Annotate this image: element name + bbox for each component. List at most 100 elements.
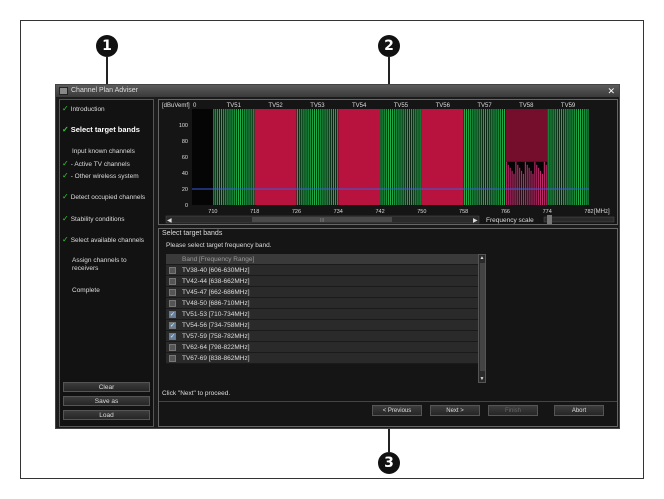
step-other-wireless-system[interactable]: ✓ - Other wireless system [62,172,139,181]
channel-label: TV53 [310,103,325,109]
band-checkbox[interactable]: ✓ [169,322,176,329]
step-detect-occupied-channels[interactable]: ✓ Detect occupied channels [62,193,145,202]
band-row[interactable]: ✓ TV51-53 [710-734MHz] [166,309,478,320]
channel-label: TV56 [436,103,451,109]
frequency-scale-thumb[interactable] [547,215,552,224]
check-icon: ✓ [62,214,69,223]
step-label: Input known channels [72,148,135,155]
y-tick-label: 0 [185,203,188,209]
band-checkbox[interactable] [169,267,176,274]
channel-band-tv54 [338,109,381,205]
scroll-grip: III [320,218,324,224]
callout-1-line [106,57,108,85]
band-row[interactable]: TV67-69 [838-862MHz] [166,353,478,364]
callout-2-line [388,57,390,85]
y-tick-label: 80 [182,139,188,145]
band-list-scroll-thumb[interactable] [480,263,485,371]
previous-button[interactable]: < Previous [372,405,422,416]
close-icon[interactable]: ✕ [607,85,615,97]
band-label: TV54-56 [734-758MHz] [182,322,250,329]
step-label: Stability conditions [70,216,125,223]
step-label: - Other wireless system [70,173,139,180]
band-checkbox[interactable]: ✓ [169,311,176,318]
x-tick-label: 742 [375,209,384,215]
check-icon: ✓ [62,235,69,244]
select-bands-panel: Select target bands Please select target… [158,228,618,427]
step-select-available-channels[interactable]: ✓ Select available channels [62,236,144,245]
band-row[interactable]: ✓ TV57-59 [758-782MHz] [166,331,478,342]
load-button[interactable]: Load [63,410,150,420]
check-icon: ✓ [62,171,69,180]
check-icon: ✓ [62,125,69,134]
channel-label: TV58 [519,103,534,109]
channel-label: TV59 [561,103,576,109]
band-checkbox[interactable] [169,344,176,351]
band-label: TV42-44 [638-662MHz] [182,278,250,285]
channel-label: TV55 [394,103,409,109]
band-label: TV48-50 [686-710MHz] [182,300,250,307]
step-label: Assign channels to receivers [72,257,127,272]
y-tick-label: 100 [179,123,188,129]
x-tick-label: 758 [459,209,468,215]
band-row[interactable]: TV45-47 [662-686MHz] [166,287,478,298]
x-tick-label: 766 [501,209,510,215]
band-label: TV51-53 [710-734MHz] [182,311,250,318]
band-label: TV57-59 [758-782MHz] [182,333,250,340]
band-row[interactable]: ✓ TV54-56 [734-758MHz] [166,320,478,331]
step-assign-channels[interactable]: Assign channels to receivers [72,257,142,273]
step-label: Select available channels [70,237,145,244]
y-tick-label: 40 [182,171,188,177]
band-row[interactable]: TV42-44 [638-662MHz] [166,276,478,287]
callout-1: 1 [96,35,118,57]
band-list-scrollbar[interactable]: ▲ ▼ [478,254,486,383]
instruction-text: Please select target frequency band. [166,242,272,249]
band-checkbox[interactable] [169,355,176,362]
step-input-known-channels[interactable]: Input known channels [72,148,135,156]
band-checkbox[interactable] [169,289,176,296]
clear-button[interactable]: Clear [63,382,150,392]
scroll-up-icon[interactable]: ▲ [479,255,485,261]
band-list: Band [Frequency Range] TV38-40 [606-630M… [159,254,489,384]
x-tick-label: 750 [417,209,426,215]
x-tick-label: 734 [334,209,343,215]
band-row[interactable]: TV62-64 [798-822MHz] [166,342,478,353]
band-checkbox[interactable] [169,300,176,307]
next-button[interactable]: Next > [430,405,480,416]
check-icon: ✓ [62,192,69,201]
band-row[interactable]: TV48-50 [686-710MHz] [166,298,478,309]
channel-band-tv52 [254,109,297,205]
step-select-target-bands[interactable]: ✓ Select target bands [62,126,140,134]
abort-button[interactable]: Abort [554,405,604,416]
finish-button[interactable]: Finish [488,405,538,416]
frequency-scale-slider[interactable] [543,216,615,223]
app-window: Channel Plan Adviser ✕ ✓ Introduction ✓ Se… [55,84,620,429]
step-stability-conditions[interactable]: ✓ Stability conditions [62,215,125,224]
wizard-sidebar: ✓ Introduction ✓ Select target bands Input… [59,99,154,427]
band-checkbox[interactable] [169,278,176,285]
channel-label: TV57 [477,103,492,109]
window-title: Channel Plan Adviser [71,87,138,94]
x-tick-label: 782 [584,209,593,215]
step-label: Select target bands [70,125,140,134]
band-list-header: Band [Frequency Range] [166,254,478,265]
column-header: Band [Frequency Range] [182,256,255,263]
channel-band-tv56 [421,109,464,205]
y-axis-label: [dBuVemf] [162,103,190,109]
scroll-right-arrow[interactable]: ▶ [473,217,478,224]
y-tick-label: 20 [182,187,188,193]
step-active-tv-channels[interactable]: ✓ - Active TV channels [62,160,130,169]
band-row[interactable]: TV38-40 [606-630MHz] [166,265,478,276]
step-label: Detect occupied channels [70,194,146,201]
x-tick-label: 774 [543,209,552,215]
divider [159,401,617,402]
band-checkbox[interactable]: ✓ [169,333,176,340]
step-complete[interactable]: Complete [72,287,100,295]
scroll-left-arrow[interactable]: ◀ [167,217,172,224]
x-axis-unit: [MHz] [594,209,610,215]
step-label: - Active TV channels [70,161,130,168]
scroll-down-icon[interactable]: ▼ [479,376,485,382]
channel-label: TV52 [268,103,283,109]
save-as-button[interactable]: Save as [63,396,150,406]
status-text: Click "Next" to proceed. [162,390,231,397]
step-introduction[interactable]: ✓ Introduction [62,105,105,114]
